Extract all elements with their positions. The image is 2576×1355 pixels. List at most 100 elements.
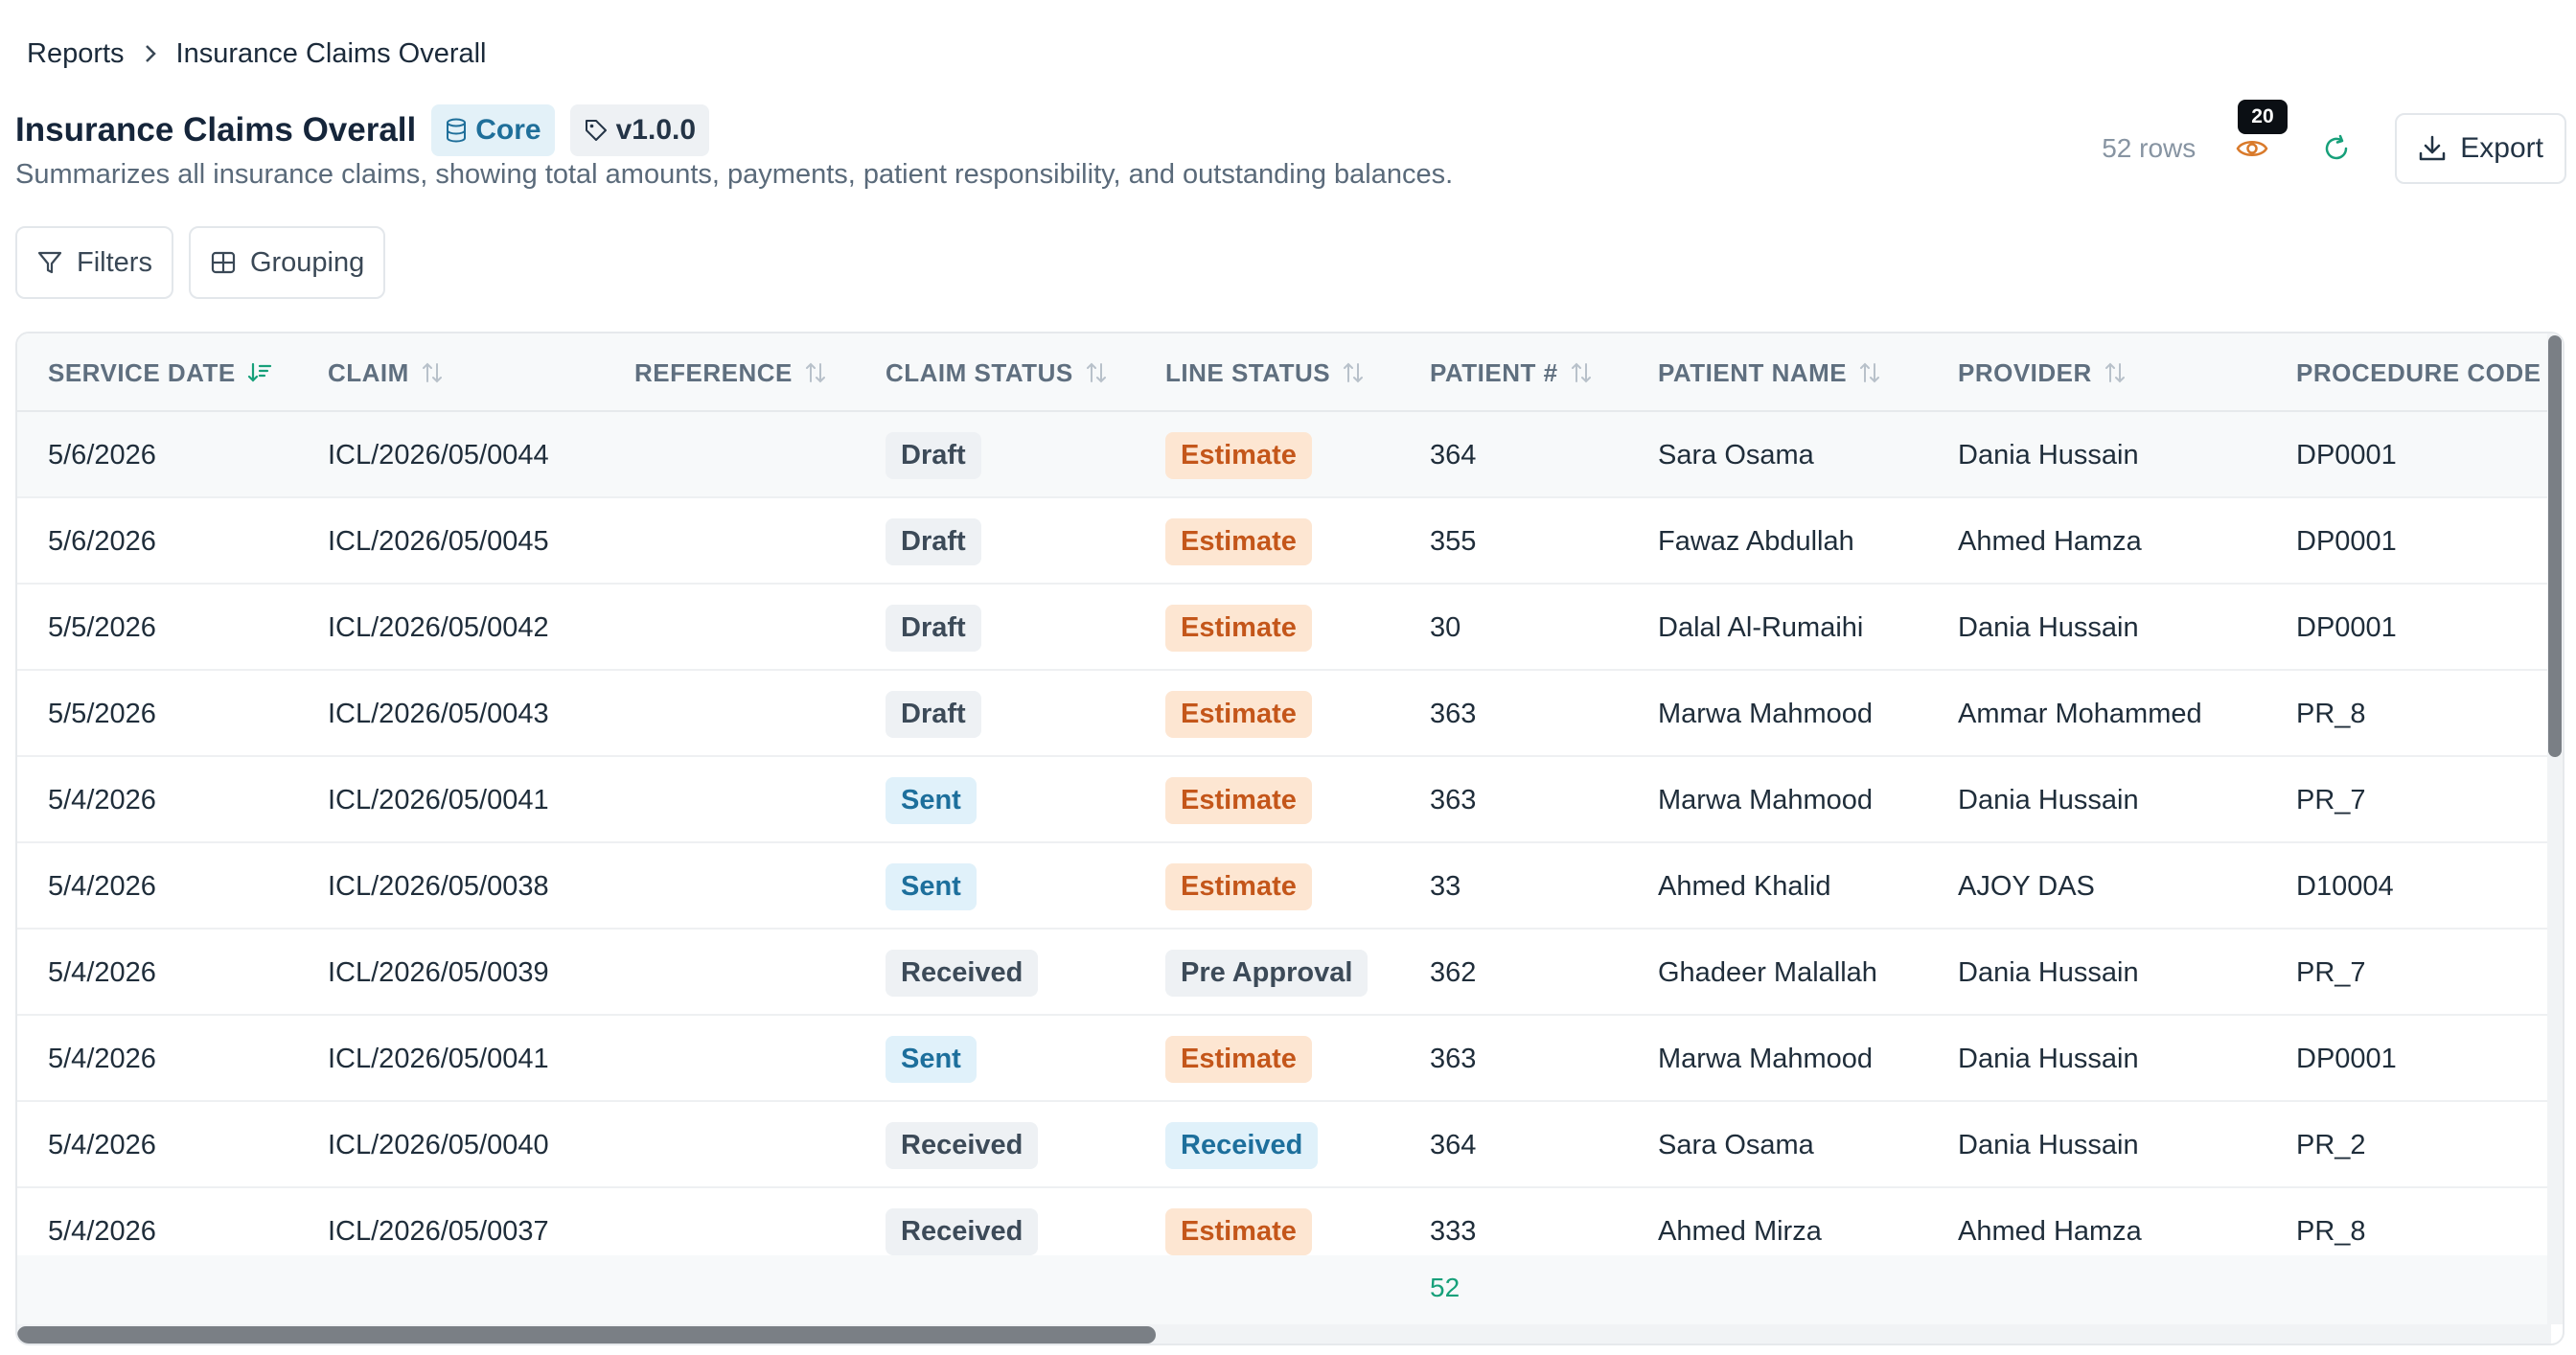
cell-line-status: Estimate bbox=[1165, 585, 1312, 671]
cell-claim: ICL/2026/05/0039 bbox=[328, 956, 549, 988]
cell-patient-no: 355 bbox=[1430, 525, 1477, 557]
table-header: SERVICE DATE CLAIM REFERENCE CLAIM STATU… bbox=[17, 333, 2551, 412]
toolbar: Filters Grouping bbox=[15, 226, 401, 299]
cell-procedure-code: PR_2 bbox=[2296, 1129, 2366, 1160]
table-row[interactable]: 5/5/2026 ICL/2026/05/0043 Draft Estimate 363… bbox=[17, 671, 2551, 757]
header-patient-no[interactable]: PATIENT # bbox=[1430, 333, 1593, 412]
cell-claim: ICL/2026/05/0038 bbox=[328, 870, 549, 902]
cell-patient-no: 30 bbox=[1430, 611, 1461, 643]
table-row[interactable]: 5/6/2026 ICL/2026/05/0044 Draft Estimate 364… bbox=[17, 412, 2551, 498]
cell-patient-name: Sara Osama bbox=[1658, 1129, 1814, 1160]
header-patient-name[interactable]: PATIENT NAME bbox=[1658, 333, 1881, 412]
cell-service-date: 5/5/2026 bbox=[48, 611, 156, 643]
footer-row-count: 52 bbox=[1430, 1273, 1460, 1302]
table-row[interactable]: 5/4/2026 ICL/2026/05/0041 Sent Estimate 363 M… bbox=[17, 757, 2551, 843]
cell-line-status: Estimate bbox=[1165, 412, 1312, 498]
header-label: LINE STATUS bbox=[1165, 357, 1331, 387]
line-status-badge: Estimate bbox=[1165, 690, 1312, 738]
breadcrumb-reports-link[interactable]: Reports bbox=[27, 38, 125, 70]
header-procedure-code[interactable]: PROCEDURE CODE bbox=[2296, 333, 2541, 412]
cell-claim: ICL/2026/05/0045 bbox=[328, 525, 549, 557]
cell-claim: ICL/2026/05/0040 bbox=[328, 1129, 549, 1160]
header-label: PROVIDER bbox=[1958, 357, 2092, 387]
cell-procedure-code: DP0001 bbox=[2296, 1043, 2397, 1074]
cell-service-date: 5/6/2026 bbox=[48, 525, 156, 557]
cell-provider: Dania Hussain bbox=[1958, 784, 2139, 815]
table-row[interactable]: 5/4/2026 ICL/2026/05/0041 Sent Estimate 363 M… bbox=[17, 1016, 2551, 1102]
sort-icon bbox=[2104, 362, 2125, 383]
claim-status-badge: Draft bbox=[886, 517, 981, 565]
database-icon bbox=[447, 118, 467, 143]
export-label: Export bbox=[2460, 132, 2543, 164]
cell-claim-status: Draft bbox=[886, 498, 981, 585]
visibility-count-tooltip: 20 bbox=[2238, 100, 2288, 134]
line-status-badge: Estimate bbox=[1165, 1035, 1312, 1083]
cell-service-date: 5/6/2026 bbox=[48, 439, 156, 471]
eye-icon bbox=[2236, 141, 2268, 156]
sort-desc-icon bbox=[247, 362, 271, 382]
cell-claim: ICL/2026/05/0041 bbox=[328, 1043, 549, 1074]
header-provider[interactable]: PROVIDER bbox=[1958, 333, 2127, 412]
vertical-scrollbar-thumb[interactable] bbox=[2548, 335, 2562, 757]
line-status-badge: Estimate bbox=[1165, 1207, 1312, 1255]
cell-patient-no: 363 bbox=[1430, 784, 1477, 815]
sort-icon bbox=[1086, 362, 1106, 383]
table-row[interactable]: 5/4/2026 ICL/2026/05/0039 Received Pre Appr… bbox=[17, 930, 2551, 1016]
horizontal-scrollbar[interactable] bbox=[17, 1324, 2551, 1344]
header-service-date[interactable]: SERVICE DATE bbox=[48, 333, 272, 412]
cell-procedure-code: D10004 bbox=[2296, 870, 2394, 902]
line-status-badge: Received bbox=[1165, 1121, 1319, 1169]
header-claim-status[interactable]: CLAIM STATUS bbox=[886, 333, 1108, 412]
table-row[interactable]: 5/5/2026 ICL/2026/05/0042 Draft Estimate 30 D… bbox=[17, 585, 2551, 671]
grouping-button[interactable]: Grouping bbox=[188, 226, 386, 299]
cell-patient-no: 364 bbox=[1430, 1129, 1477, 1160]
breadcrumb-current: Insurance Claims Overall bbox=[175, 37, 487, 69]
cell-patient-name: Marwa Mahmood bbox=[1658, 1043, 1874, 1074]
filters-button[interactable]: Filters bbox=[15, 226, 173, 299]
cell-patient-name: Dalal Al-Rumaihi bbox=[1658, 611, 1864, 643]
cell-line-status: Received bbox=[1165, 1102, 1319, 1188]
header-reference[interactable]: REFERENCE bbox=[634, 333, 827, 412]
cell-claim-status: Received bbox=[886, 1102, 1039, 1188]
header-line-status[interactable]: LINE STATUS bbox=[1165, 333, 1365, 412]
header-label: CLAIM bbox=[328, 357, 409, 387]
rows-count: 52 rows bbox=[2102, 133, 2196, 163]
title-row: Insurance Claims Overall Core v1.0.0 bbox=[15, 103, 724, 157]
cell-patient-no: 364 bbox=[1430, 439, 1477, 471]
header-label: REFERENCE bbox=[634, 357, 793, 387]
export-button[interactable]: Export bbox=[2395, 113, 2566, 184]
cell-service-date: 5/4/2026 bbox=[48, 870, 156, 902]
version-tag-label: v1.0.0 bbox=[615, 114, 697, 146]
tag-icon bbox=[585, 120, 607, 141]
header-controls: 52 rows 20 Export bbox=[2102, 100, 2566, 184]
claim-status-badge: Draft bbox=[886, 604, 981, 652]
horizontal-scrollbar-thumb[interactable] bbox=[17, 1326, 1156, 1344]
cell-line-status: Estimate bbox=[1165, 1016, 1312, 1102]
claim-status-badge: Draft bbox=[886, 690, 981, 738]
table-row[interactable]: 5/4/2026 ICL/2026/05/0038 Sent Estimate 33 Ah… bbox=[17, 843, 2551, 930]
cell-claim-status: Sent bbox=[886, 843, 977, 930]
claim-status-badge: Received bbox=[886, 1207, 1039, 1255]
core-tag: Core bbox=[431, 104, 555, 156]
cell-provider: Ammar Mohammed bbox=[1958, 698, 2202, 729]
header-claim[interactable]: CLAIM bbox=[328, 333, 444, 412]
cell-provider: Ahmed Hamza bbox=[1958, 525, 2142, 557]
cell-procedure-code: DP0001 bbox=[2296, 611, 2397, 643]
vertical-scrollbar[interactable] bbox=[2547, 333, 2563, 1324]
cell-line-status: Estimate bbox=[1165, 757, 1312, 843]
cell-line-status: Estimate bbox=[1165, 843, 1312, 930]
refresh-button[interactable] bbox=[2311, 123, 2362, 174]
table-row[interactable]: 5/6/2026 ICL/2026/05/0045 Draft Estimate 355… bbox=[17, 498, 2551, 585]
refresh-icon bbox=[2326, 134, 2348, 160]
cell-service-date: 5/4/2026 bbox=[48, 1043, 156, 1074]
cell-patient-name: Marwa Mahmood bbox=[1658, 698, 1874, 729]
claims-table: SERVICE DATE CLAIM REFERENCE CLAIM STATU… bbox=[15, 332, 2564, 1345]
line-status-badge: Estimate bbox=[1165, 517, 1312, 565]
cell-provider: Dania Hussain bbox=[1958, 956, 2139, 988]
table-row[interactable]: 5/4/2026 ICL/2026/05/0040 Received Received… bbox=[17, 1102, 2551, 1188]
cell-claim-status: Draft bbox=[886, 671, 981, 757]
column-visibility-button[interactable]: 20 bbox=[2226, 100, 2288, 174]
cell-patient-no: 362 bbox=[1430, 956, 1477, 988]
cell-provider: Dania Hussain bbox=[1958, 611, 2139, 643]
cell-procedure-code: PR_7 bbox=[2296, 784, 2366, 815]
